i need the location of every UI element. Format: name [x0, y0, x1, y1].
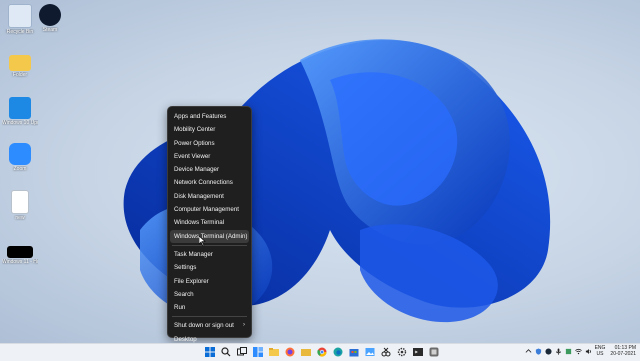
menu-item-windows-terminal[interactable]: Windows Terminal [168, 216, 251, 229]
desktop-icon-folder[interactable]: Folder [2, 52, 38, 78]
chrome-icon[interactable] [316, 346, 328, 358]
chevron-right-icon: › [243, 322, 245, 329]
menu-item-file-explorer[interactable]: File Explorer [168, 275, 251, 288]
menu-item-desktop[interactable]: Desktop [168, 333, 251, 343]
snipping-icon[interactable] [380, 346, 392, 358]
start-icon[interactable] [204, 346, 216, 358]
search-icon[interactable] [220, 346, 232, 358]
menu-item-mobility-center[interactable]: Mobility Center [168, 123, 251, 136]
steam-tray-icon[interactable] [545, 347, 552, 355]
menu-item-run[interactable]: Run [168, 301, 251, 314]
clock-date: 20-07-2021 [610, 351, 636, 357]
winx-context-menu: Apps and Features Mobility Center Power … [167, 106, 252, 343]
menu-item-event-viewer[interactable]: Event Viewer [168, 150, 251, 163]
menu-item-task-manager[interactable]: Task Manager [168, 248, 251, 261]
menu-separator [172, 316, 247, 318]
video-thumbnail-icon [7, 246, 33, 258]
zoom-icon [9, 143, 31, 165]
desktop: Recycle Bin Steam Folder Windows 10 Upda… [0, 0, 640, 343]
settings-icon[interactable] [396, 346, 408, 358]
chevron-up-icon[interactable] [525, 348, 532, 355]
menu-item-computer-management[interactable]: Computer Management [168, 203, 251, 216]
store-icon[interactable] [348, 346, 360, 358]
menu-item-apps-and-features[interactable]: Apps and Features [168, 110, 251, 123]
folder-icon[interactable] [300, 346, 312, 358]
windows-bloom-wallpaper [123, 39, 551, 323]
menu-item-windows-terminal-admin[interactable]: Windows Terminal (Admin) [170, 229, 249, 243]
tray-app-icon[interactable] [565, 348, 572, 355]
widgets-icon[interactable] [252, 346, 264, 358]
document-icon [11, 190, 29, 214]
menu-separator [172, 244, 247, 246]
security-icon[interactable] [535, 347, 542, 355]
edge-icon[interactable] [332, 346, 344, 358]
menu-item-disk-management[interactable]: Disk Management [168, 190, 251, 203]
network-icon[interactable] [574, 348, 582, 355]
desktop-icon-document[interactable]: new [2, 190, 38, 221]
steam-icon [39, 4, 61, 26]
lang-bottom: US [596, 351, 604, 357]
file-explorer-icon[interactable] [268, 346, 280, 358]
menu-item-settings[interactable]: Settings [168, 261, 251, 274]
menu-item-search[interactable]: Search [168, 288, 251, 301]
task-view-icon[interactable] [236, 346, 248, 358]
recycle-bin-icon [8, 4, 32, 28]
menu-item-device-manager[interactable]: Device Manager [168, 163, 251, 176]
firefox-icon[interactable] [284, 346, 296, 358]
app-icon[interactable] [428, 346, 440, 358]
desktop-icon-zoom[interactable]: Zoom [2, 143, 38, 172]
system-tray: ENG US 01:13 PM 20-07-2021 [525, 345, 636, 357]
taskbar-pinned-apps [204, 346, 440, 358]
taskbar: ENG US 01:13 PM 20-07-2021 [0, 343, 640, 361]
menu-item-power-options[interactable]: Power Options [168, 137, 251, 150]
photos-icon[interactable] [364, 346, 376, 358]
windows-update-icon [9, 97, 31, 119]
mic-icon[interactable] [555, 347, 562, 355]
folder-icon [9, 55, 31, 71]
input-language-indicator[interactable]: ENG US [595, 345, 606, 357]
menu-item-network-connections[interactable]: Network Connections [168, 176, 251, 189]
speaker-icon[interactable] [585, 348, 592, 355]
clock[interactable]: 01:13 PM 20-07-2021 [610, 345, 636, 357]
desktop-icon-video[interactable]: Windows 11 - How to fly... [2, 246, 38, 265]
terminal-icon[interactable] [412, 346, 424, 358]
menu-item-label: Shut down or sign out [174, 322, 234, 330]
desktop-icon-steam[interactable]: Steam [32, 4, 68, 33]
menu-item-shut-down-or-sign-out[interactable]: Shut down or sign out › [168, 319, 251, 332]
desktop-icon-windows-update[interactable]: Windows 10 Update As... [2, 97, 38, 126]
mouse-cursor-icon [199, 236, 206, 246]
